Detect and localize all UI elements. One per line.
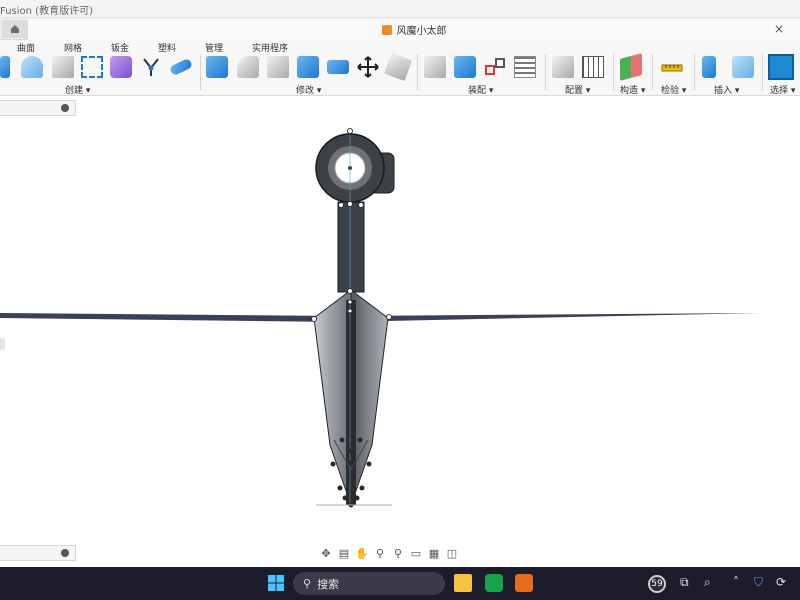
separator xyxy=(652,54,653,90)
document-icon xyxy=(381,24,392,35)
file-explorer-icon[interactable] xyxy=(454,574,472,592)
select-icon[interactable] xyxy=(768,54,794,80)
group-assemble[interactable]: 装配 ▾ xyxy=(468,83,493,96)
handle xyxy=(337,201,365,293)
group-construct[interactable]: 构造 ▾ xyxy=(620,83,645,96)
sync-icon[interactable]: ⟳ xyxy=(776,575,786,589)
separator xyxy=(613,54,614,90)
model-kunai[interactable] xyxy=(0,97,800,517)
document-tab[interactable]: 风魔小太郎 xyxy=(28,19,800,40)
tab-sheet-metal[interactable]: 钣金 xyxy=(111,41,129,54)
offset-plane-icon[interactable] xyxy=(620,53,642,81)
app-title: Fusion (教育版许可) xyxy=(0,6,93,17)
move-icon[interactable] xyxy=(357,56,379,78)
search-app-icon[interactable]: ⌕ xyxy=(704,575,711,590)
fillet-icon[interactable] xyxy=(237,56,259,78)
close-tab-button[interactable]: × xyxy=(774,22,784,36)
separator xyxy=(694,54,695,90)
tab-mesh[interactable]: 网格 xyxy=(64,41,82,54)
new-component-icon[interactable] xyxy=(424,56,446,78)
panel-add-icon[interactable] xyxy=(61,549,69,557)
pan-icon[interactable]: ✋ xyxy=(354,546,370,560)
group-modify[interactable]: 修改 ▾ xyxy=(296,83,321,96)
separator xyxy=(762,54,763,90)
app-green-icon[interactable] xyxy=(485,574,503,592)
viewports-icon[interactable]: ◫ xyxy=(444,546,460,560)
blade-right xyxy=(350,288,389,506)
chamfer-icon[interactable] xyxy=(267,56,289,78)
align-icon[interactable] xyxy=(383,52,413,82)
separator xyxy=(545,54,546,90)
combine-icon[interactable] xyxy=(327,60,349,74)
insert-canvas-icon[interactable] xyxy=(732,56,754,78)
joint-icon[interactable] xyxy=(454,56,476,78)
group-inspect[interactable]: 检验 ▾ xyxy=(661,83,686,96)
zoom-window-icon[interactable]: ⚲ xyxy=(390,546,406,560)
tab-manage[interactable]: 管理 xyxy=(205,41,223,54)
sketch-rect-icon[interactable] xyxy=(81,56,103,78)
group-configure[interactable]: 配置 ▾ xyxy=(565,83,590,96)
tab-plastic[interactable]: 塑料 xyxy=(158,41,176,54)
revolve-icon[interactable] xyxy=(21,56,43,78)
insert-derive-icon[interactable] xyxy=(702,56,716,78)
document-title: 风魔小太郎 xyxy=(396,26,447,37)
shell-icon[interactable] xyxy=(297,56,319,78)
search-label: 搜索 xyxy=(317,577,340,591)
config-table-icon[interactable] xyxy=(582,56,604,78)
extrude-icon[interactable] xyxy=(0,56,10,78)
zoom-icon[interactable]: ⚲ xyxy=(372,546,388,560)
press-pull-icon[interactable] xyxy=(206,56,228,78)
hole-icon[interactable] xyxy=(52,56,74,78)
measure-icon[interactable] xyxy=(661,56,683,78)
form-icon[interactable] xyxy=(110,56,132,78)
as-built-joint-icon[interactable] xyxy=(484,56,506,78)
notification-badge[interactable]: 59 xyxy=(648,575,666,593)
tab-utilities[interactable]: 实用程序 xyxy=(252,41,288,54)
grid-settings-icon[interactable]: ▦ xyxy=(426,546,442,560)
look-at-icon[interactable]: ▤ xyxy=(336,546,352,560)
separator xyxy=(417,54,418,90)
fusion-app-icon[interactable] xyxy=(515,574,533,592)
home-tab[interactable] xyxy=(2,20,28,38)
blade-left xyxy=(313,288,352,506)
orbit-icon[interactable]: ✥ xyxy=(318,546,334,560)
title-bar: Fusion (教育版许可) xyxy=(0,0,800,18)
snipping-tool-icon[interactable]: ⧉ xyxy=(680,575,689,590)
shield-icon[interactable]: ⛉ xyxy=(754,575,763,590)
comments-panel[interactable] xyxy=(0,545,76,561)
pipe-icon[interactable] xyxy=(168,57,194,77)
tab-surface[interactable]: 曲面 xyxy=(17,41,35,54)
separator xyxy=(200,54,201,90)
configure-icon[interactable] xyxy=(552,56,574,78)
chevron-up-icon[interactable]: ˄ xyxy=(733,575,739,589)
display-settings-icon[interactable]: ▭ xyxy=(408,546,424,560)
search-icon: ⚲ xyxy=(303,577,312,590)
document-tab-row: 风魔小太郎 × xyxy=(0,18,800,40)
group-insert[interactable]: 插入 ▾ xyxy=(714,83,739,96)
joint-origin-icon[interactable] xyxy=(514,56,536,78)
ribbon-toolbar: 曲面 网格 钣金 塑料 管理 实用程序 创建 ▾ 修改 ▾ 装配 ▾ 配置 ▾ … xyxy=(0,40,800,96)
taskbar: ⚲ 搜索 59 ⧉ ⌕ ˄ ⛉ ⟳ xyxy=(0,567,800,600)
windows-start-icon[interactable] xyxy=(267,574,285,592)
group-create[interactable]: 创建 ▾ xyxy=(65,83,90,96)
taskbar-search[interactable]: ⚲ 搜索 xyxy=(293,572,445,595)
navigation-bar: ✥ ▤ ✋ ⚲ ⚲ ▭ ▦ ◫ xyxy=(318,544,484,562)
group-select[interactable]: 选择 ▾ xyxy=(770,83,795,96)
home-icon xyxy=(11,25,19,33)
branch-icon[interactable] xyxy=(140,56,162,78)
